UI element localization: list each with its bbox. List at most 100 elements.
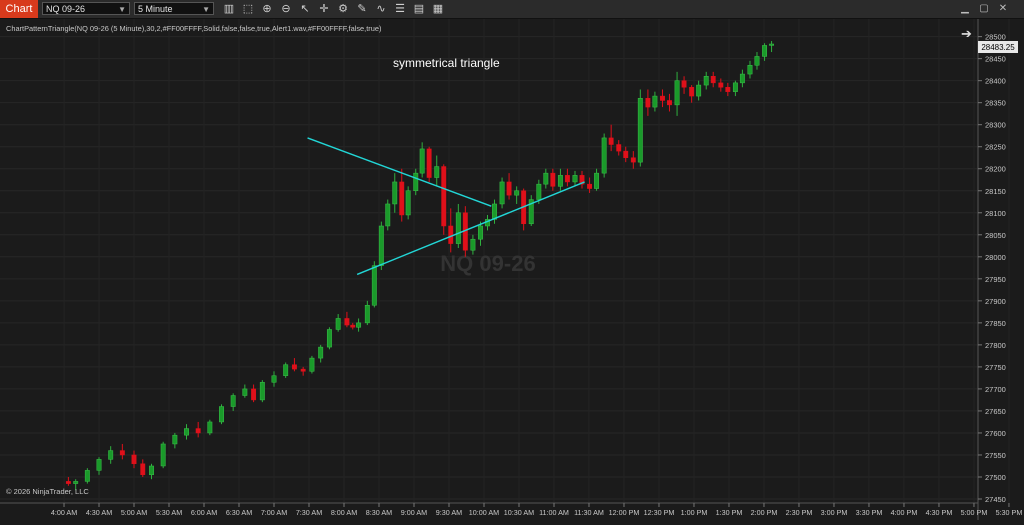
candle-body	[326, 329, 332, 348]
candle-body	[550, 172, 556, 187]
candle	[291, 358, 297, 372]
candle-body	[754, 56, 760, 66]
candle	[392, 173, 398, 213]
time-tick-label: 2:30 PM	[786, 508, 813, 517]
candle-body	[681, 80, 687, 88]
candle	[364, 300, 370, 326]
candle-body	[747, 64, 753, 75]
properties-icon[interactable]: ☰	[393, 2, 407, 16]
candle	[96, 457, 102, 475]
candle-body	[594, 172, 600, 189]
data-box-icon[interactable]: ▤	[412, 2, 426, 16]
candle	[732, 80, 738, 97]
candle-body	[616, 144, 622, 152]
candle	[543, 168, 549, 189]
candle-body	[623, 150, 629, 158]
crosshair-icon[interactable]: ✛	[317, 2, 331, 16]
candle	[385, 199, 391, 231]
candle	[326, 327, 332, 350]
candle-body	[140, 463, 146, 476]
candle	[689, 85, 695, 103]
candle	[754, 52, 760, 70]
time-tick-label: 2:00 PM	[751, 508, 778, 517]
candle	[335, 314, 341, 332]
candle-body	[470, 238, 476, 251]
indicator-icon[interactable]: ∿	[374, 2, 388, 16]
candle-body	[356, 322, 362, 328]
copyright-label: © 2026 NinjaTrader, LLC	[6, 487, 89, 496]
minimize-icon[interactable]: ▁	[958, 2, 972, 16]
scroll-right-icon[interactable]: ➔	[961, 26, 972, 41]
candle	[108, 446, 114, 464]
indicator-label: ChartPatternTriangle(NQ 09-26 (5 Minute)…	[6, 24, 381, 33]
chart-panel[interactable]: NQ 09-26 27450 27500 27550 27600 27650 27700 2…	[0, 19, 1024, 520]
tile-icon[interactable]: ▦	[431, 2, 445, 16]
candle-body	[172, 434, 178, 445]
candle-body	[131, 454, 137, 465]
candle-body	[478, 225, 483, 240]
candle-body	[184, 428, 189, 436]
time-tick-label: 4:30 PM	[926, 508, 953, 517]
zoom-out-icon[interactable]: ⊖	[279, 2, 293, 16]
time-tick-label: 10:00 AM	[469, 508, 499, 517]
interval-selector[interactable]: 5 Minute ▼	[134, 2, 214, 15]
candle	[119, 443, 125, 460]
time-tick-label: 5:30 AM	[156, 508, 182, 517]
instrument-selector[interactable]: NQ 09-26 ▼	[42, 2, 130, 15]
candle	[455, 203, 461, 248]
chart-tab[interactable]: Chart	[0, 0, 38, 18]
candle-body	[96, 459, 102, 471]
candle	[283, 362, 289, 378]
candle-body	[564, 175, 570, 183]
candle-body	[300, 368, 306, 372]
candle	[616, 140, 622, 156]
price-axis: 27450 27500 27550 27600 27650 27700 27750 27800…	[977, 19, 1006, 520]
candle	[499, 177, 505, 209]
cursor-icon[interactable]: ⬚	[241, 2, 255, 16]
price-chart[interactable]: NQ 09-26 2745027500275502760027650277002…	[0, 19, 1024, 520]
candle-body	[219, 406, 224, 423]
candle-body	[119, 450, 125, 456]
candle	[259, 380, 265, 403]
candle-body	[309, 357, 315, 372]
instrument-watermark: NQ 09-26	[440, 251, 535, 276]
pointer-icon[interactable]: ↖	[298, 2, 312, 16]
drawing-icon[interactable]: ✎	[355, 2, 369, 16]
price-tick-label: 27950	[985, 275, 1006, 284]
candle	[572, 170, 578, 187]
zoom-in-icon[interactable]: ⊕	[260, 2, 274, 16]
interval-value: 5 Minute	[138, 4, 173, 14]
price-tick-label: 28300	[985, 121, 1006, 130]
candle	[426, 146, 432, 182]
candle-body	[271, 375, 277, 383]
candle-body	[65, 481, 71, 484]
candle-body	[557, 175, 563, 187]
bars-icon[interactable]: ▥	[222, 2, 236, 16]
candle-body	[371, 265, 377, 306]
close-icon[interactable]: ✕	[996, 2, 1010, 16]
candle-body	[283, 364, 289, 376]
candle	[645, 89, 651, 116]
price-tick-label: 27600	[985, 429, 1006, 438]
price-tick-label: 27750	[985, 363, 1006, 372]
price-tick-label: 27800	[985, 341, 1006, 350]
price-tick-label: 28100	[985, 209, 1006, 218]
candle	[667, 93, 672, 112]
time-tick-label: 5:30 PM	[996, 508, 1023, 517]
candle-body	[637, 98, 643, 163]
candle	[219, 404, 224, 425]
price-tick-label: 28150	[985, 187, 1006, 196]
candle	[84, 468, 90, 484]
candle	[637, 89, 643, 167]
time-tick-label: 9:00 AM	[401, 508, 427, 517]
candle-body	[399, 181, 405, 216]
time-tick-label: 3:30 PM	[856, 508, 883, 517]
strategy-icon[interactable]: ⚙	[336, 2, 350, 16]
candle	[172, 432, 178, 449]
candle	[230, 393, 236, 411]
maximize-icon[interactable]: ▢	[977, 2, 991, 16]
candle-body	[572, 175, 578, 183]
time-tick-label: 11:30 AM	[574, 508, 604, 517]
candle-body	[455, 212, 461, 244]
candle-body	[601, 137, 607, 174]
